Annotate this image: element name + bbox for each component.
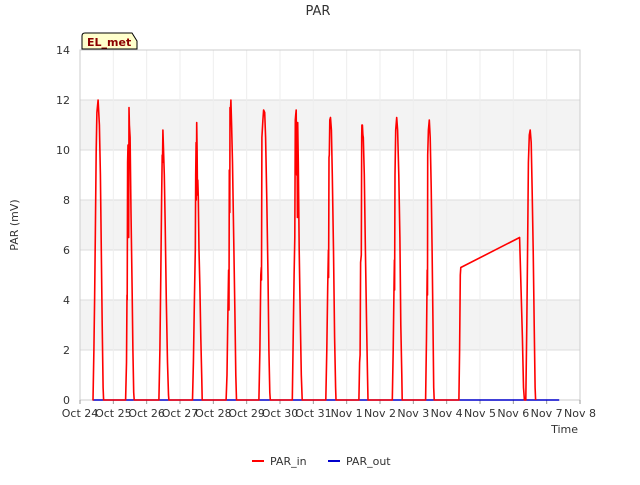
par-chart: PAR 0 2 4 6 8 10 12 14 Oct 24Oct 25Oct 26Oct 27… xyxy=(8,4,596,468)
y-tick-label: 8 xyxy=(63,194,70,207)
y-tick-label: 2 xyxy=(63,344,70,357)
chart-container: PAR 0 2 4 6 8 10 12 14 Oct 24 Oct 25 Oct 26 Oct 27… xyxy=(0,0,640,480)
x-tick-label: Nov 5 xyxy=(464,407,496,420)
x-tick-label: Nov 2 xyxy=(364,407,396,420)
site-badge-label: EL_met xyxy=(87,36,131,49)
y-tick-label: 10 xyxy=(56,144,70,157)
background-band xyxy=(80,300,580,350)
x-tick-label: Nov 3 xyxy=(397,407,429,420)
y-axis-ticks: 0 2 4 6 8 10 12 14 xyxy=(56,44,70,407)
x-tick-label: Nov 6 xyxy=(497,407,529,420)
x-tick-label: Oct 29 xyxy=(228,407,265,420)
legend-label: PAR_in xyxy=(270,455,307,468)
background-band xyxy=(80,200,580,250)
legend-label: PAR_out xyxy=(346,455,391,468)
x-tick-label: Oct 27 xyxy=(162,407,199,420)
x-tick-label: Oct 25 xyxy=(95,407,132,420)
x-tick-label: Nov 1 xyxy=(331,407,363,420)
x-tick-label: Oct 26 xyxy=(128,407,165,420)
x-tick-label: Oct 28 xyxy=(195,407,232,420)
x-axis-label: Time xyxy=(550,423,578,436)
x-tick-label: Oct 31 xyxy=(295,407,332,420)
y-tick-label: 0 xyxy=(63,394,70,407)
y-tick-label: 6 xyxy=(63,244,70,257)
y-tick-label: 14 xyxy=(56,44,70,57)
y-tick-label: 4 xyxy=(63,294,70,307)
legend: PAR_in PAR_out xyxy=(252,455,391,468)
site-badge: EL_met xyxy=(81,32,138,50)
chart-title: PAR xyxy=(306,4,331,19)
x-tick-label: Oct 30 xyxy=(262,407,299,420)
x-tick-label: Nov 7 xyxy=(531,407,563,420)
x-axis-ticks: Oct 24Oct 25Oct 26Oct 27Oct 28Oct 29Oct … xyxy=(62,400,596,420)
y-tick-label: 12 xyxy=(56,94,70,107)
x-tick-label: Nov 8 xyxy=(564,407,596,420)
x-tick-label: Nov 4 xyxy=(431,407,463,420)
y-axis-label: PAR (mV) xyxy=(8,199,21,250)
x-tick-label: Oct 24 xyxy=(62,407,99,420)
